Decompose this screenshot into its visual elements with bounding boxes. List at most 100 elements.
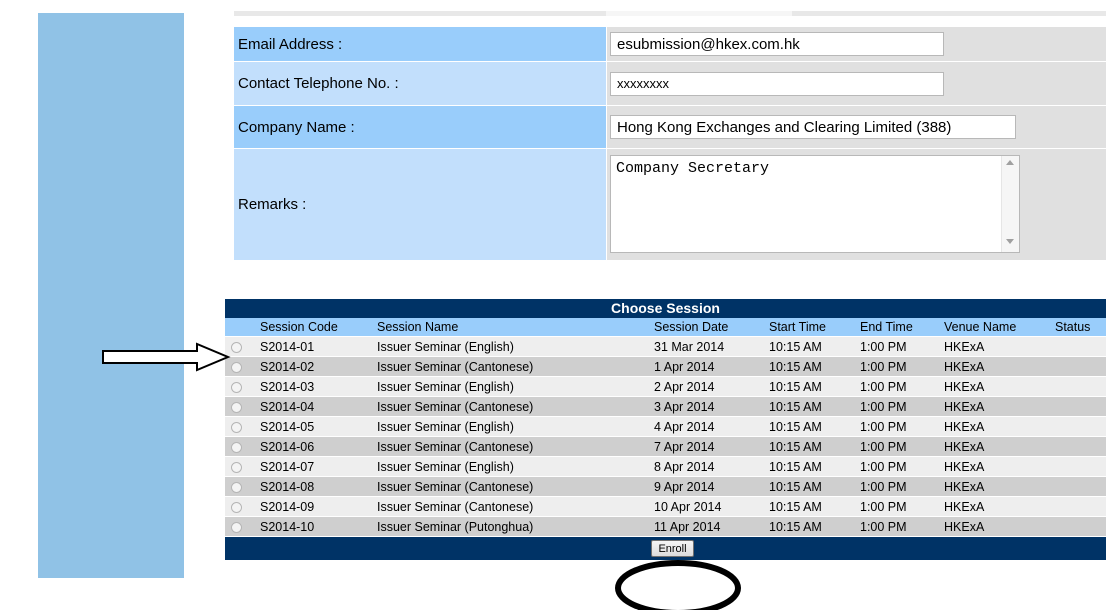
session-radio[interactable] [231, 461, 242, 473]
table-cell: HKExA [940, 336, 1051, 357]
table-cell: 1:00 PM [856, 376, 940, 397]
session-radio[interactable] [231, 481, 242, 493]
session-radio[interactable] [231, 401, 242, 413]
table-cell: 11 Apr 2014 [650, 516, 765, 537]
table-cell: HKExA [940, 396, 1051, 417]
session-radio[interactable] [231, 421, 242, 433]
table-cell: 10 Apr 2014 [650, 496, 765, 517]
table-cell: 8 Apr 2014 [650, 456, 765, 477]
session-panel: Choose Session Session Code Session Name S… [225, 299, 1106, 560]
email-row: Email Address : esubmission@hkex.com.hk [234, 27, 1106, 62]
table-row[interactable]: S2014-06 Issuer Seminar (Cantonese) 7 Apr … [225, 436, 1106, 457]
table-cell: Issuer Seminar (English) [373, 376, 650, 397]
table-row[interactable]: S2014-04 Issuer Seminar (Cantonese) 3 Apr … [225, 396, 1106, 417]
left-sidebar [38, 13, 184, 578]
email-field[interactable]: esubmission@hkex.com.hk [610, 32, 944, 56]
table-header-row: Session Code Session Name Session Date Star… [225, 318, 1106, 337]
table-cell [1051, 356, 1106, 377]
company-label: Company Name : [234, 106, 606, 149]
table-cell: 7 Apr 2014 [650, 436, 765, 457]
table-cell: 1:00 PM [856, 496, 940, 517]
table-cell: S2014-03 [256, 376, 373, 397]
table-cell: Issuer Seminar (Cantonese) [373, 476, 650, 497]
table-cell: 1:00 PM [856, 356, 940, 377]
table-cell: 10:15 AM [765, 476, 856, 497]
company-field[interactable]: Hong Kong Exchanges and Clearing Limited… [610, 115, 1016, 139]
table-cell: 10:15 AM [765, 396, 856, 417]
table-cell: 4 Apr 2014 [650, 416, 765, 437]
column-header: Session Name [373, 318, 650, 337]
remarks-row: Remarks : Company Secretary [234, 149, 1106, 261]
table-cell [1051, 456, 1106, 477]
table-cell: 31 Mar 2014 [650, 336, 765, 357]
table-row[interactable]: S2014-03 Issuer Seminar (English) 2 Apr 20… [225, 376, 1106, 397]
session-radio[interactable] [231, 381, 242, 393]
table-cell [1051, 336, 1106, 357]
table-cell: HKExA [940, 436, 1051, 457]
table-cell: 1:00 PM [856, 476, 940, 497]
table-cell: 1:00 PM [856, 416, 940, 437]
table-cell [1051, 516, 1106, 537]
phone-label: Contact Telephone No. : [234, 62, 606, 106]
enroll-button[interactable]: Enroll [651, 540, 694, 557]
session-radio[interactable] [231, 361, 242, 373]
table-cell [1051, 396, 1106, 417]
session-table: Session Code Session Name Session Date Star… [225, 318, 1106, 537]
table-cell [1051, 376, 1106, 397]
table-cell: 1:00 PM [856, 436, 940, 457]
column-header: Start Time [765, 318, 856, 337]
table-row[interactable]: S2014-05 Issuer Seminar (English) 4 Apr 20… [225, 416, 1106, 437]
table-cell: HKExA [940, 416, 1051, 437]
table-cell: S2014-07 [256, 456, 373, 477]
table-cell: 1:00 PM [856, 336, 940, 357]
ellipse-highlight [615, 560, 741, 610]
table-cell: S2014-06 [256, 436, 373, 457]
table-cell [1051, 416, 1106, 437]
textarea-scrollbar[interactable] [1001, 156, 1019, 252]
column-header: Session Date [650, 318, 765, 337]
phone-field[interactable]: xxxxxxxx [610, 71, 944, 96]
table-cell: 10:15 AM [765, 356, 856, 377]
table-cell: S2014-09 [256, 496, 373, 517]
table-cell: 10:15 AM [765, 436, 856, 457]
table-cell: S2014-05 [256, 416, 373, 437]
session-radio[interactable] [231, 501, 242, 513]
scroll-up-icon[interactable] [1006, 160, 1014, 165]
table-cell: 10:15 AM [765, 456, 856, 477]
session-radio[interactable] [231, 441, 242, 453]
session-radio[interactable] [231, 341, 242, 353]
table-cell: 1:00 PM [856, 516, 940, 537]
remarks-label: Remarks : [234, 149, 606, 261]
table-cell: Issuer Seminar (Cantonese) [373, 436, 650, 457]
table-row[interactable]: S2014-07 Issuer Seminar (English) 8 Apr 20… [225, 456, 1106, 477]
table-cell: 1 Apr 2014 [650, 356, 765, 377]
table-cell [1051, 476, 1106, 497]
session-panel-title: Choose Session [225, 299, 1106, 318]
table-cell: 10:15 AM [765, 416, 856, 437]
remarks-textarea[interactable]: Company Secretary [610, 155, 1020, 253]
table-cell: HKExA [940, 356, 1051, 377]
contact-form: Email Address : esubmission@hkex.com.hk … [234, 27, 1106, 261]
column-header: Session Code [256, 318, 373, 337]
company-row: Company Name : Hong Kong Exchanges and C… [234, 106, 1106, 149]
table-row[interactable]: S2014-01 Issuer Seminar (English) 31 Mar 2… [225, 336, 1106, 357]
table-row[interactable]: S2014-08 Issuer Seminar (Cantonese) 9 Apr … [225, 476, 1106, 497]
table-row[interactable]: S2014-02 Issuer Seminar (Cantonese) 1 Apr … [225, 356, 1106, 377]
table-row[interactable]: S2014-10 Issuer Seminar (Putonghua) 11 Apr… [225, 516, 1106, 537]
session-footer: Enroll [225, 537, 1106, 560]
table-row[interactable]: S2014-09 Issuer Seminar (Cantonese) 10 Apr… [225, 496, 1106, 517]
table-cell: S2014-10 [256, 516, 373, 537]
column-header: End Time [856, 318, 940, 337]
table-cell: S2014-01 [256, 336, 373, 357]
table-cell: Issuer Seminar (Putonghua) [373, 516, 650, 537]
column-header [225, 318, 256, 337]
table-cell: 9 Apr 2014 [650, 476, 765, 497]
table-cell: S2014-08 [256, 476, 373, 497]
session-radio[interactable] [231, 521, 242, 533]
table-cell: Issuer Seminar (Cantonese) [373, 496, 650, 517]
scroll-down-icon[interactable] [1006, 239, 1014, 244]
form-top-strip [234, 11, 1106, 16]
table-cell: 10:15 AM [765, 516, 856, 537]
email-label: Email Address : [234, 27, 606, 62]
table-cell: HKExA [940, 476, 1051, 497]
